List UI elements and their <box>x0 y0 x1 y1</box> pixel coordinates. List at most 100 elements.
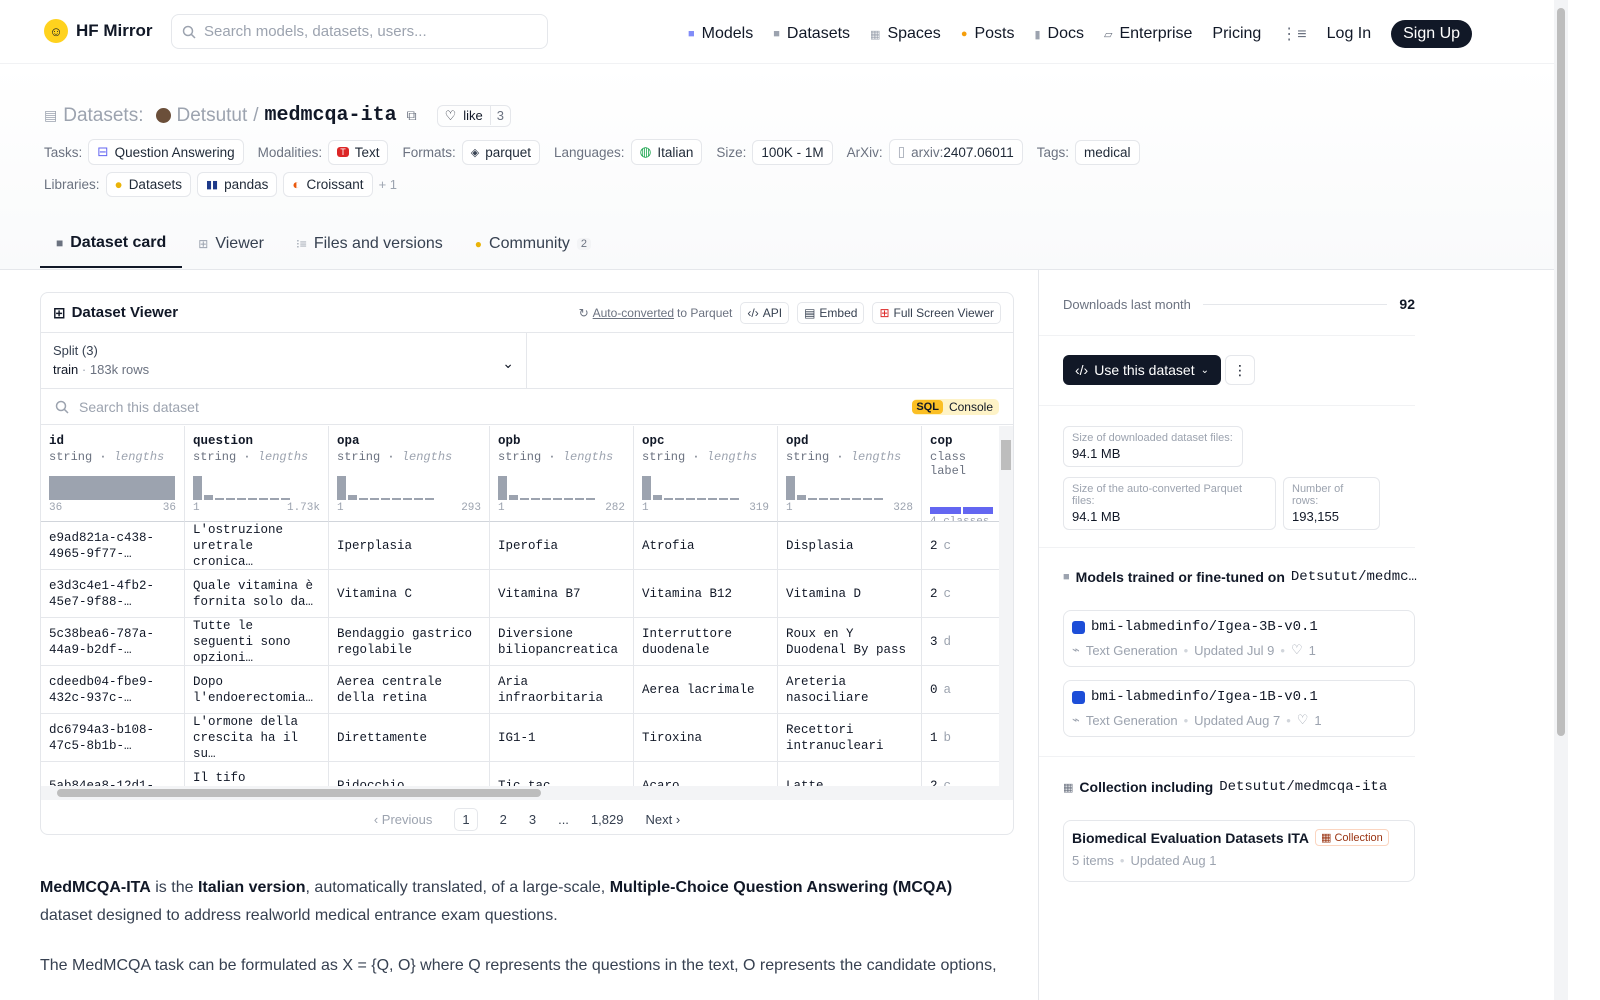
more-libraries[interactable]: + 1 <box>379 177 397 192</box>
table-row[interactable]: 5ab84ea8-12d1- Il tifo arbustivo Pidocchio… <box>41 762 999 786</box>
owner-link[interactable]: Detsutut <box>177 105 248 127</box>
table-cell[interactable]: Dopo l'endoerectomia… <box>185 666 329 714</box>
table-cell[interactable]: dc6794a3-b108-47c5-8b1b-… <box>41 714 185 762</box>
table-cell[interactable]: Bendaggio gastrico regolabile <box>329 618 490 666</box>
tag-question-answering[interactable]: ⊟ Question Answering <box>88 139 244 165</box>
model-card[interactable]: bmi-labmedinfo/Igea-1B-v0.1 ⌁ Text Genera… <box>1063 680 1415 737</box>
table-cell[interactable]: 2c <box>922 522 999 570</box>
page-scrollbar[interactable] <box>1554 0 1568 1000</box>
table-cell[interactable]: Acaro <box>634 762 778 786</box>
lib-pandas[interactable]: ▮▮ pandas <box>196 172 278 197</box>
table-row[interactable]: e9ad821a-c438-4965-9f77-… L'ostruzione ur… <box>41 522 999 570</box>
table-vscroll-thumb[interactable] <box>1001 440 1011 470</box>
tag-text[interactable]: T Text <box>328 139 389 165</box>
page-1-button[interactable]: 1 <box>454 807 478 831</box>
lib-croissant[interactable]: ◐ Croissant <box>283 172 373 197</box>
table-cell[interactable]: Iperofia <box>490 522 634 570</box>
column-header-1[interactable]: question string · lengths 1 1.73k <box>185 426 329 522</box>
table-hscroll-thumb[interactable] <box>57 789 541 797</box>
table-cell[interactable]: L'ormone della crescita ha il su… <box>185 714 329 762</box>
table-cell[interactable]: Aerea centrale della retina <box>329 666 490 714</box>
more-options-button[interactable]: ⋮ <box>1225 355 1255 385</box>
table-cell[interactable]: Tic tac <box>490 762 634 786</box>
table-cell[interactable]: 0a <box>922 666 999 714</box>
table-cell[interactable]: 3d <box>922 618 999 666</box>
column-header-4[interactable]: opc string · lengths 1 319 <box>634 426 778 522</box>
table-cell[interactable]: Atrofia <box>634 522 778 570</box>
table-cell[interactable]: Pidocchio <box>329 762 490 786</box>
model-card[interactable]: bmi-labmedinfo/Igea-3B-v0.1 ⌁ Text Genera… <box>1063 610 1415 667</box>
column-header-2[interactable]: opa string · lengths 1 293 <box>329 426 490 522</box>
table-cell[interactable]: Diversione biliopancreatica <box>490 618 634 666</box>
table-row[interactable]: 5c38bea6-787a-44a9-b2df-… Tutte le seguen… <box>41 618 999 666</box>
collection-card[interactable]: Biomedical Evaluation Datasets ITA ▦ Coll… <box>1063 820 1415 882</box>
table-cell[interactable]: 2c <box>922 762 999 787</box>
table-row[interactable]: dc6794a3-b108-47c5-8b1b-… L'ormone della … <box>41 714 999 762</box>
tag-italian[interactable]: ◍ Italian <box>630 139 703 165</box>
table-cell[interactable]: Vitamina C <box>329 570 490 618</box>
tag-parquet[interactable]: ◈ parquet <box>461 139 540 165</box>
table-cell[interactable]: Aria infraorbitaria <box>490 666 634 714</box>
table-cell[interactable]: Interruttore duodenale <box>634 618 778 666</box>
login-link[interactable]: Log In <box>1327 25 1371 43</box>
table-cell[interactable]: Tiroxina <box>634 714 778 762</box>
tag-size[interactable]: 100K - 1M <box>752 139 833 165</box>
table-cell[interactable]: Tutte le seguenti sono opzioni… <box>185 618 329 666</box>
column-header-6[interactable]: cop class label 4 classes <box>922 426 999 522</box>
sql-console-button[interactable]: SQL Console <box>912 398 999 415</box>
nav-pricing[interactable]: Pricing <box>1212 25 1261 43</box>
table-cell[interactable]: 5c38bea6-787a-44a9-b2df-… <box>41 618 185 666</box>
page-2-button[interactable]: 2 <box>500 812 507 827</box>
nav-docs[interactable]: ▮ Docs <box>1034 25 1084 43</box>
table-cell[interactable]: 2c <box>922 570 999 618</box>
table-cell[interactable]: 1b <box>922 714 999 762</box>
full-screen-button[interactable]: ⊞ Full Screen Viewer <box>872 301 1001 324</box>
dataset-name[interactable]: medmcqa-ita <box>265 104 397 127</box>
table-row[interactable]: e3d3c4e1-4fb2-45e7-9f88-… Quale vitamina … <box>41 570 999 618</box>
table-cell[interactable]: 5ab84ea8-12d1- <box>41 762 185 786</box>
table-cell[interactable]: Iperplasia <box>329 522 490 570</box>
prev-page-button[interactable]: ‹ Previous <box>374 812 433 827</box>
brand-logo[interactable]: ☺ HF Mirror <box>44 19 153 43</box>
nav-datasets[interactable]: ■ Datasets <box>773 25 850 43</box>
signup-button[interactable]: Sign Up <box>1391 20 1473 48</box>
nav-spaces[interactable]: ▦ Spaces <box>870 25 941 43</box>
table-row[interactable]: cdeedb04-fbe9-432c-937c-… Dopo l'endoerec… <box>41 666 999 714</box>
tab-files[interactable]: ⁝≡ Files and versions <box>280 226 459 268</box>
tag-medical[interactable]: medical <box>1075 139 1140 165</box>
table-cell[interactable]: e9ad821a-c438-4965-9f77-… <box>41 522 185 570</box>
dataset-search[interactable]: Search this dataset SQL Console <box>41 389 1013 425</box>
lib-datasets[interactable]: ● Datasets <box>105 172 191 197</box>
global-search[interactable]: Search models, datasets, users... <box>171 14 548 49</box>
tag-arxiv[interactable]: ▯ arxiv: 2407.06011 <box>888 139 1023 165</box>
table-cell[interactable]: Il tifo arbustivo <box>185 762 329 786</box>
table-cell[interactable]: Direttamente <box>329 714 490 762</box>
nav-posts[interactable]: ● Posts <box>961 25 1015 43</box>
table-cell[interactable]: Aerea lacrimale <box>634 666 778 714</box>
use-dataset-button[interactable]: ‹/› Use this dataset ⌄ <box>1063 355 1221 385</box>
like-button[interactable]: ♡ like 3 <box>436 104 511 127</box>
table-vertical-scrollbar[interactable] <box>999 426 1013 786</box>
table-cell[interactable]: IG1-1 <box>490 714 634 762</box>
tab-dataset-card[interactable]: ■ Dataset card <box>40 226 183 268</box>
embed-button[interactable]: ▤ Embed <box>797 301 865 324</box>
nav-enterprise[interactable]: ▱ Enterprise <box>1104 25 1192 43</box>
tab-community[interactable]: ● Community 2 <box>459 226 607 268</box>
models-target[interactable]: Detsutut/medmc… <box>1291 569 1417 585</box>
nav-models[interactable]: ■ Models <box>688 25 753 43</box>
tab-viewer[interactable]: ⊞ Viewer <box>182 226 280 268</box>
page-scrollbar-thumb[interactable] <box>1557 8 1565 736</box>
table-cell[interactable]: Areteria nasociliare <box>778 666 922 714</box>
table-cell[interactable]: Vitamina B12 <box>634 570 778 618</box>
next-page-button[interactable]: Next › <box>645 812 680 827</box>
table-cell[interactable]: Vitamina B7 <box>490 570 634 618</box>
menu-icon[interactable]: ⋮≡ <box>1281 24 1306 44</box>
table-horizontal-scrollbar[interactable] <box>41 786 1013 800</box>
table-cell[interactable]: Roux en Y Duodenal By pass <box>778 618 922 666</box>
page-last-button[interactable]: 1,829 <box>591 812 624 827</box>
table-cell[interactable]: L'ostruzione uretrale cronica… <box>185 522 329 570</box>
table-cell[interactable]: e3d3c4e1-4fb2-45e7-9f88-… <box>41 570 185 618</box>
table-cell[interactable]: Displasia <box>778 522 922 570</box>
table-cell[interactable]: Latte <box>778 762 922 786</box>
page-3-button[interactable]: 3 <box>529 812 536 827</box>
